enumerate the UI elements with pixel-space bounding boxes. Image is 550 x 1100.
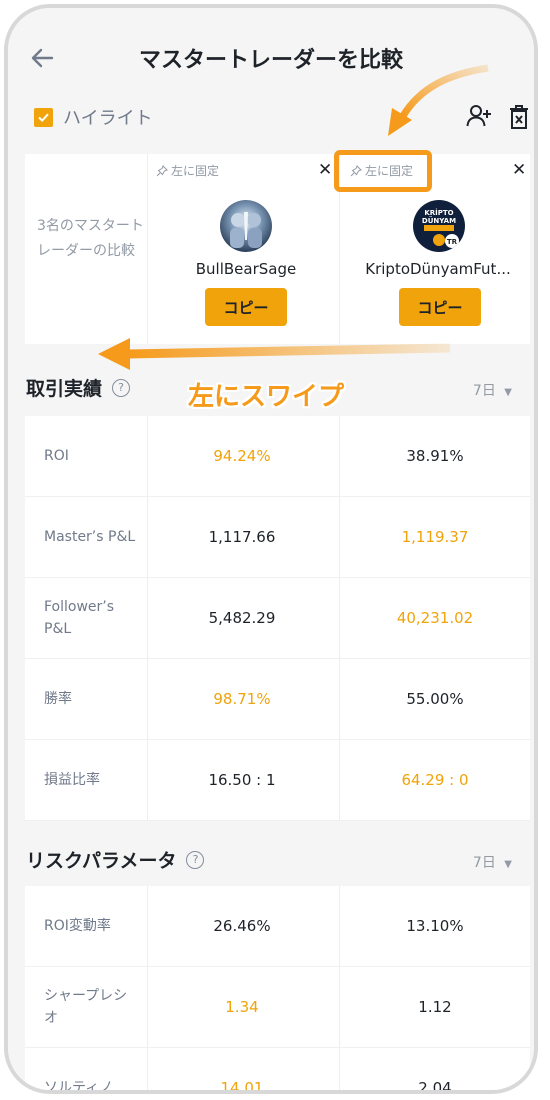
section-title-risk: リスクパラメータ ? <box>26 846 205 873</box>
highlight-checkbox[interactable] <box>34 107 53 127</box>
cell-value: 1,119.37 <box>401 528 469 546</box>
dropdown-caret-icon: ▼ <box>504 859 512 870</box>
tr-badge: TR <box>447 238 458 246</box>
table-row: Follower’s P&L 5,482.29 40,231.02 <box>25 578 530 659</box>
cell-value: 1,117.66 <box>208 528 276 546</box>
row-label: シャープレシオ <box>44 988 128 1026</box>
help-icon[interactable]: ? <box>186 850 205 869</box>
cell-value: 1.12 <box>418 998 452 1016</box>
cell-value: 26.46% <box>213 917 271 935</box>
cell-value: 94.24% <box>213 447 271 465</box>
add-user-icon[interactable] <box>466 104 492 128</box>
trader-avatar: KRİPTO DÜNYAM TR <box>413 200 465 252</box>
svg-text:DÜNYAM: DÜNYAM <box>422 216 456 225</box>
table-row: ソルティノ 14.01 2.04 <box>25 1048 530 1094</box>
row-label: ROI <box>44 448 69 464</box>
period-label: 7日 <box>472 383 496 399</box>
pin-left-button[interactable]: 左に固定 <box>156 162 219 179</box>
phone-frame: マスタートレーダーを比較 ハイライト 3名のマスタートレーダーの比較 左に固定 … <box>4 4 538 1094</box>
cell-value: 98.71% <box>213 690 271 708</box>
trader-name[interactable]: BullBearSage <box>151 260 341 278</box>
trader-name[interactable]: KriptoDünyamFut... <box>343 260 533 278</box>
row-label: 損益比率 <box>44 772 100 788</box>
annotation-arrow-down <box>388 108 412 136</box>
copy-button[interactable]: コピー <box>205 288 287 326</box>
section-title-text: 取引実績 <box>26 378 103 400</box>
section-title-performance: 取引実績 ? <box>26 374 131 401</box>
row-label: Master’s P&L <box>44 529 136 545</box>
highlight-toggle[interactable]: ハイライト <box>34 104 153 130</box>
cell-value: 13.10% <box>406 917 464 935</box>
remove-trader-button[interactable]: ✕ <box>512 160 526 180</box>
highlight-label: ハイライト <box>63 108 153 129</box>
cell-value: 64.29 : 0 <box>401 771 469 789</box>
pin-icon <box>156 164 168 176</box>
cell-value: 16.50 : 1 <box>208 771 276 789</box>
cell-value: 40,231.02 <box>396 609 474 627</box>
svg-text:KRİPTO: KRİPTO <box>424 208 453 217</box>
page-title: マスタートレーダーを比較 <box>138 48 403 73</box>
performance-table: ROI 94.24% 38.91% Master’s P&L 1,117.66 1,119… <box>25 416 530 821</box>
pin-label: 左に固定 <box>171 164 220 178</box>
table-row: 損益比率 16.50 : 1 64.29 : 0 <box>25 740 530 821</box>
annotation-highlight-box <box>334 150 432 192</box>
cell-value: 1.34 <box>225 998 259 1016</box>
table-row: ROI 94.24% 38.91% <box>25 416 530 497</box>
copy-button[interactable]: コピー <box>399 288 481 326</box>
table-row: ROI変動率 26.46% 13.10% <box>25 886 530 967</box>
trader-avatar <box>220 200 272 252</box>
remove-trader-button[interactable]: ✕ <box>318 160 332 180</box>
screen: マスタートレーダーを比較 ハイライト 3名のマスタートレーダーの比較 左に固定 … <box>8 8 534 1090</box>
trash-icon[interactable] <box>508 104 530 130</box>
table-row: Master’s P&L 1,117.66 1,119.37 <box>25 497 530 578</box>
section-title-text: リスクパラメータ <box>26 850 177 872</box>
compare-description: 3名のマスタートレーダーの比較 <box>37 218 144 259</box>
dropdown-caret-icon: ▼ <box>504 387 512 398</box>
swipe-annotation: 左にスワイプ <box>188 382 345 412</box>
row-label: 勝率 <box>44 691 72 707</box>
cell-value: 5,482.29 <box>208 609 276 627</box>
row-label: Follower’s P&L <box>44 599 115 637</box>
cell-value: 14.01 <box>220 1079 264 1094</box>
cell-value: 55.00% <box>406 690 464 708</box>
row-label: ソルティノ <box>44 1080 114 1094</box>
check-icon <box>38 113 49 122</box>
table-row: シャープレシオ 1.34 1.12 <box>25 967 530 1048</box>
period-label: 7日 <box>472 855 496 871</box>
help-icon[interactable]: ? <box>112 378 131 397</box>
cell-value: 2.04 <box>418 1079 452 1094</box>
period-selector[interactable]: 7日 ▼ <box>473 852 512 872</box>
table-row: 勝率 98.71% 55.00% <box>25 659 530 740</box>
period-selector[interactable]: 7日 ▼ <box>473 380 512 400</box>
cell-value: 38.91% <box>406 447 464 465</box>
row-label: ROI変動率 <box>44 918 111 934</box>
column-divider <box>147 154 148 344</box>
compare-card: 3名のマスタートレーダーの比較 左に固定 ✕ BullBearSage コピー … <box>25 154 530 344</box>
risk-table: ROI変動率 26.46% 13.10% シャープレシオ 1.34 1.12 ソルティノ 14… <box>25 886 530 1094</box>
